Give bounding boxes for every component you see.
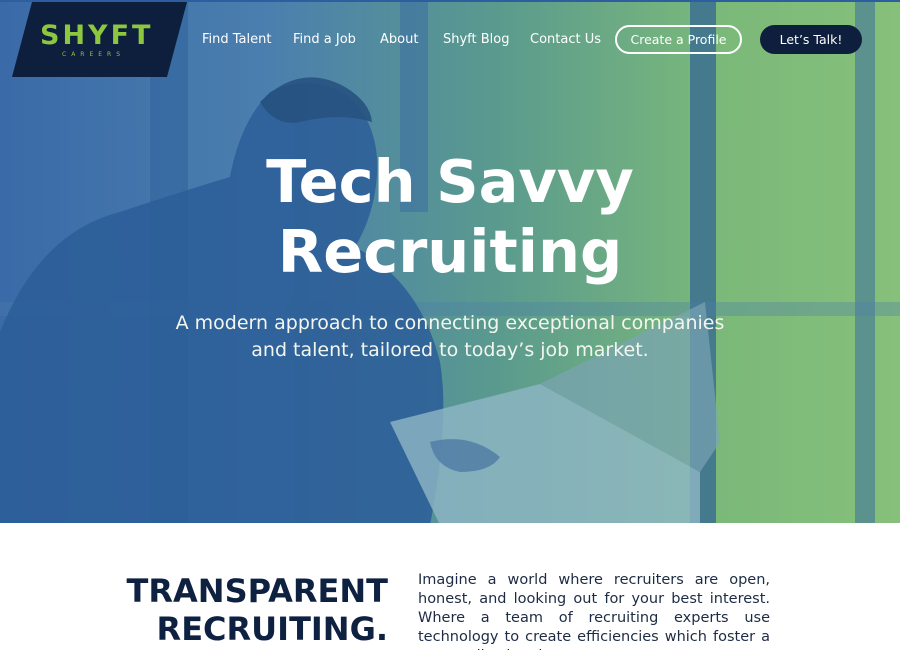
hero-section: SHYFT CAREERS Find Talent Find a Job Abo… bbox=[0, 0, 900, 523]
hero-title: Tech Savvy Recruiting bbox=[0, 147, 900, 287]
logo-text: SHYFT bbox=[40, 20, 154, 51]
section-heading: TRANSPARENT RECRUITING. bbox=[120, 572, 388, 648]
logo-subtext: CAREERS bbox=[62, 51, 126, 58]
section-heading-line-1: TRANSPARENT bbox=[126, 572, 388, 610]
hero-subtitle-line-1: A modern approach to connecting exceptio… bbox=[175, 312, 725, 334]
nav-link-contact-us[interactable]: Contact Us bbox=[530, 32, 601, 47]
nav-link-about[interactable]: About bbox=[380, 32, 418, 47]
section-paragraph: Imagine a world where recruiters are ope… bbox=[418, 572, 770, 650]
person-hair bbox=[260, 77, 372, 123]
lets-talk-button[interactable]: Let’s Talk! bbox=[760, 25, 862, 54]
nav-link-find-talent[interactable]: Find Talent bbox=[202, 32, 271, 47]
hero-title-line-1: Tech Savvy bbox=[266, 147, 634, 216]
hero-subtitle-line-2: and talent, tailored to today’s job mark… bbox=[251, 339, 649, 361]
nav-link-find-a-job[interactable]: Find a Job bbox=[293, 32, 356, 47]
nav-link-shyft-blog[interactable]: Shyft Blog bbox=[443, 32, 510, 47]
hero-subtitle: A modern approach to connecting exceptio… bbox=[150, 310, 750, 364]
section-heading-line-2: RECRUITING. bbox=[156, 610, 388, 648]
logo[interactable]: SHYFT CAREERS bbox=[12, 2, 187, 77]
create-profile-button[interactable]: Create a Profile bbox=[615, 25, 742, 54]
hero-title-line-2: Recruiting bbox=[277, 217, 623, 286]
